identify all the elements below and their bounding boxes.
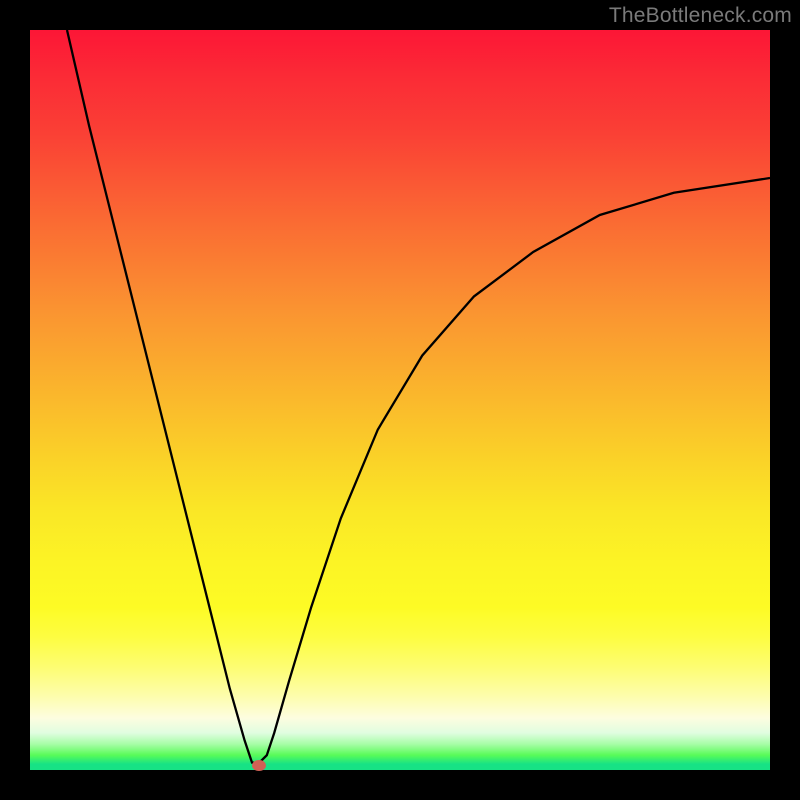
bottleneck-curve — [30, 30, 770, 770]
watermark-text: TheBottleneck.com — [609, 4, 792, 28]
plot-area — [30, 30, 770, 770]
curve-line — [67, 30, 770, 763]
chart-frame: TheBottleneck.com — [0, 0, 800, 800]
